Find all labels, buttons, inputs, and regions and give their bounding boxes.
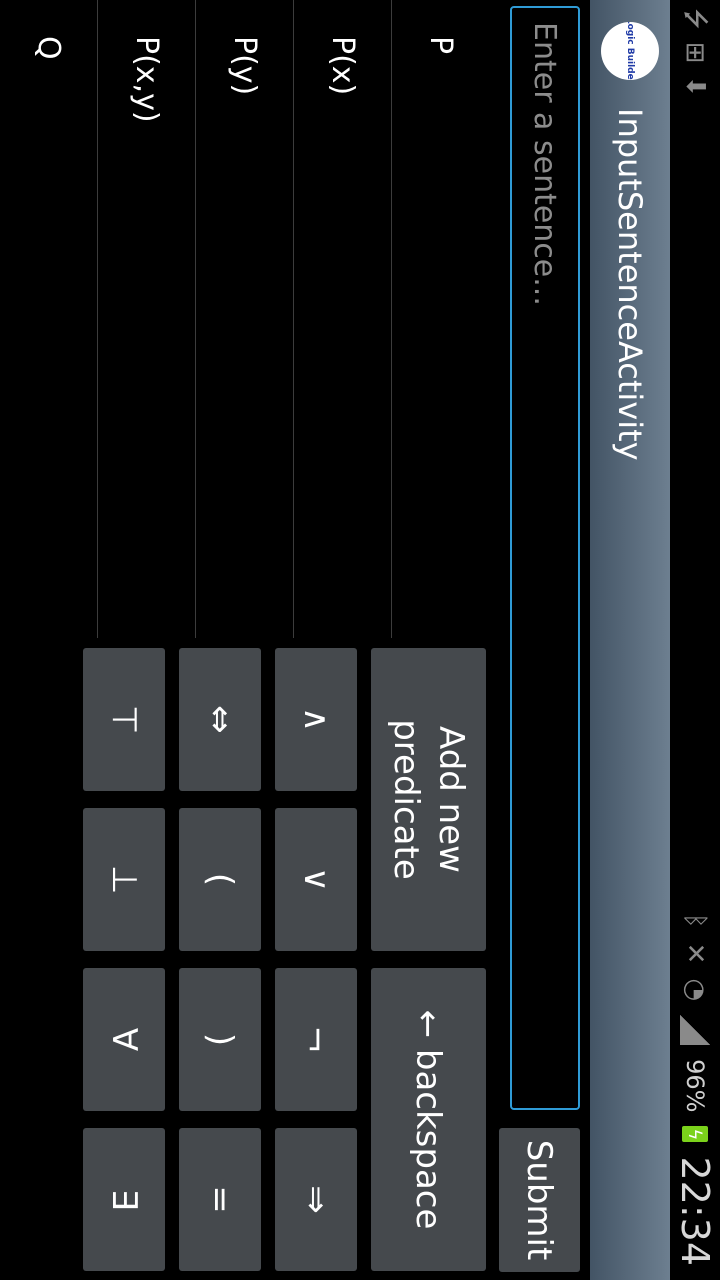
usb-icon: ⭍: [680, 8, 710, 30]
status-left-icons: ⭍ ⊞ ⬇: [676, 8, 714, 97]
signal-icon: [680, 1015, 710, 1046]
sentence-input[interactable]: [510, 6, 580, 1110]
predicate-item[interactable]: P(x): [293, 0, 390, 638]
symbol-close-paren-button[interactable]: ): [179, 968, 261, 1111]
clock: 22:34: [673, 1156, 717, 1266]
activity-title: InputSentenceActivity: [611, 108, 649, 461]
bluetooth-icon: ᛒ: [680, 913, 710, 929]
symbol-and-button[interactable]: ∧: [275, 648, 357, 791]
predicate-item[interactable]: P(y): [195, 0, 292, 638]
predicate-item[interactable]: Q: [0, 0, 96, 638]
mute-icon: ✕: [680, 942, 710, 965]
status-right-icons: ᛒ ✕ ◔ 96% ϟ 22:34: [670, 913, 720, 1266]
battery-percent: 96%: [681, 1059, 709, 1113]
symbol-equals-button[interactable]: =: [179, 1128, 261, 1271]
symbol-bottom-button[interactable]: ⊥: [83, 808, 165, 951]
app-logo[interactable]: Logic Builder: [601, 22, 659, 80]
symbol-open-paren-button[interactable]: (: [179, 808, 261, 951]
predicate-list: P P(x) P(y) P(x,y) Q: [0, 0, 488, 640]
submit-button[interactable]: Submit: [499, 1128, 580, 1272]
battery-icon: ϟ: [682, 1126, 708, 1143]
symbol-not-button[interactable]: ¬: [275, 968, 357, 1111]
status-bar: ⭍ ⊞ ⬇ ᛒ ✕ ◔ 96% ϟ 22:34: [670, 0, 720, 1280]
symbol-implies-button[interactable]: ⇒: [275, 1128, 357, 1271]
logo-text: Logic Builder: [625, 22, 635, 80]
symbol-forall-button[interactable]: ∀: [83, 968, 165, 1111]
grid-icon: ⊞: [680, 41, 710, 64]
predicate-item[interactable]: P: [391, 0, 488, 638]
download-icon: ⬇: [680, 75, 710, 98]
action-bar: Logic Builder InputSentenceActivity: [590, 0, 670, 1280]
symbol-iff-button[interactable]: ⇔: [179, 648, 261, 791]
wifi-icon: ◔: [680, 978, 710, 1002]
screen: ⭍ ⊞ ⬇ ᛒ ✕ ◔ 96% ϟ 22:34 Logic Builder In…: [0, 0, 720, 1280]
predicate-item[interactable]: P(x,y): [97, 0, 194, 638]
symbol-or-button[interactable]: ∨: [275, 808, 357, 951]
add-predicate-button[interactable]: Add new predicate: [371, 648, 486, 951]
backspace-button[interactable]: ← backspace: [371, 968, 486, 1271]
symbol-top-button[interactable]: ⊤: [83, 648, 165, 791]
symbol-exists-button[interactable]: ∃: [83, 1128, 165, 1271]
